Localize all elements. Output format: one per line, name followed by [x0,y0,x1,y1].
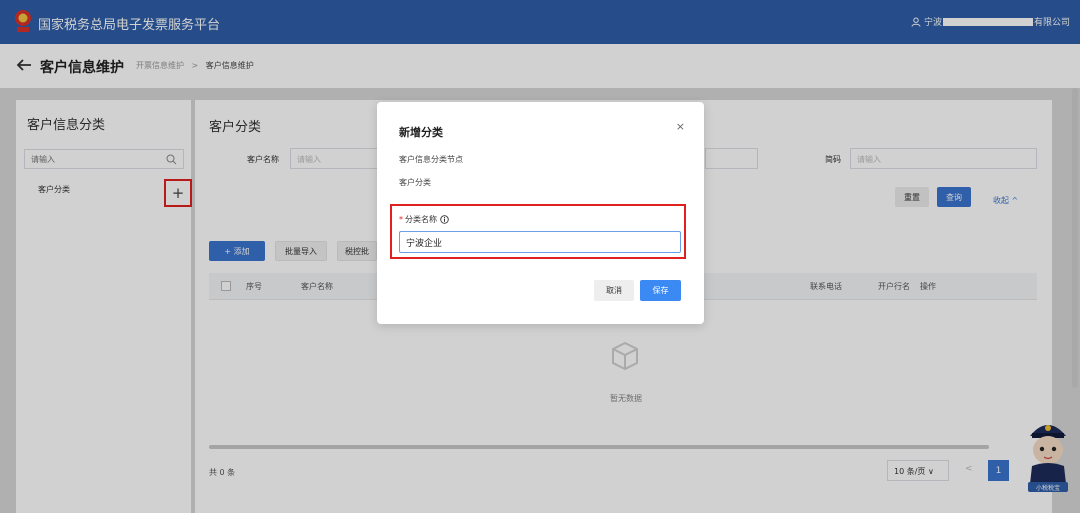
category-name-label: * 分类名称 [399,214,449,225]
parent-node-value: 客户分类 [399,178,431,187]
add-category-dialog: 新增分类 × 客户信息分类节点 客户分类 * 分类名称 取消 保存 [377,102,704,324]
close-icon[interactable]: × [676,120,685,133]
info-icon[interactable] [440,215,449,224]
cancel-button[interactable]: 取消 [594,280,634,301]
required-mark: * [399,215,403,224]
category-name-label-text: 分类名称 [405,215,437,224]
dialog-title: 新增分类 [399,126,443,139]
parent-node-label: 客户信息分类节点 [399,155,463,164]
save-button[interactable]: 保存 [640,280,681,301]
category-name-input[interactable] [399,231,681,253]
